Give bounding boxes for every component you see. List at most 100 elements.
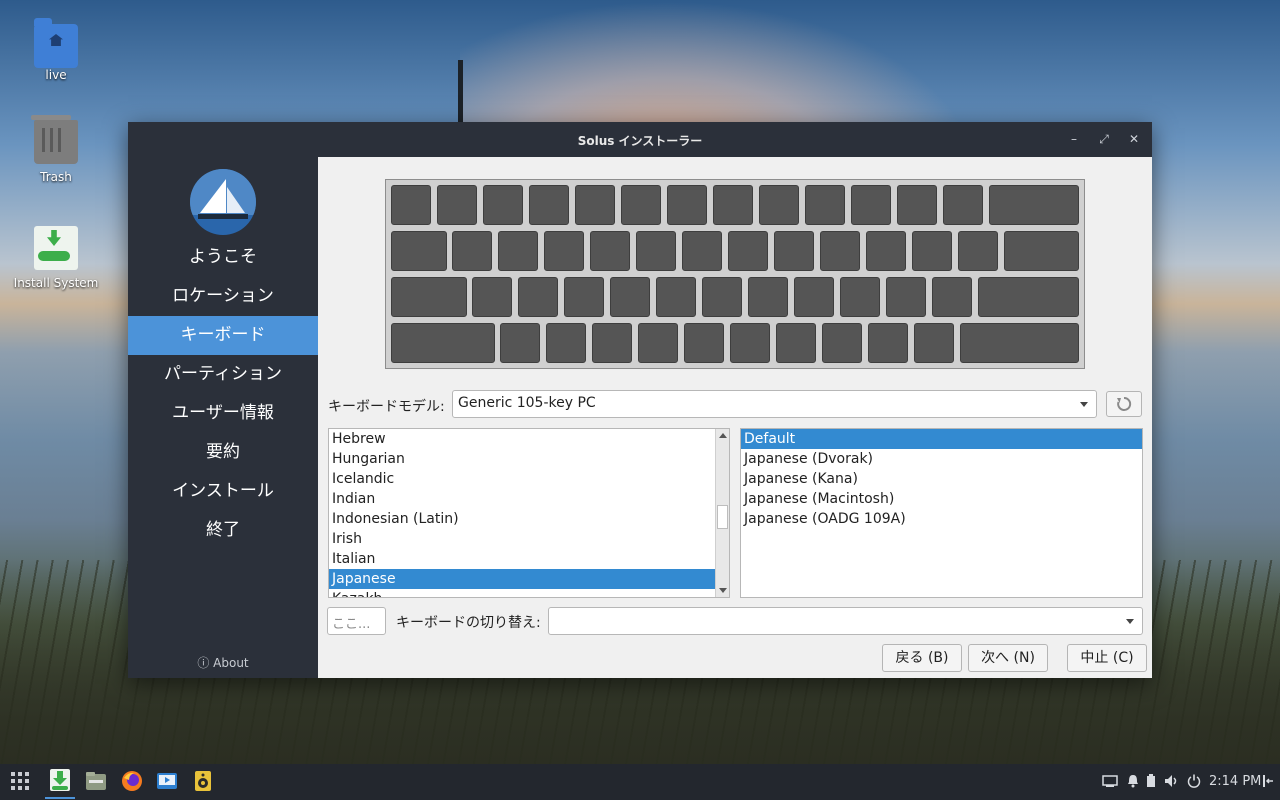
keyboard-preview-key — [805, 185, 845, 225]
keyboard-preview-key — [621, 185, 661, 225]
trash-icon — [31, 115, 78, 164]
sidebar-item-keyboard[interactable]: キーボード — [128, 316, 318, 355]
next-button[interactable]: 次へ (N) — [968, 644, 1048, 672]
variant-list-item[interactable]: Japanese (Macintosh) — [741, 489, 1142, 509]
keyboard-preview-key — [667, 185, 707, 225]
power-icon[interactable] — [1187, 774, 1201, 792]
keyboard-preview-key — [748, 277, 788, 317]
keyboard-preview-key — [958, 231, 998, 271]
clock[interactable]: 2:14 PM — [1209, 774, 1261, 789]
layout-list-scrollbar[interactable] — [715, 429, 729, 597]
layout-list-item[interactable]: Indonesian (Latin) — [329, 509, 716, 529]
wallpaper-mast — [458, 60, 463, 125]
media-player-icon — [157, 773, 177, 789]
keyboard-preview-key — [472, 277, 512, 317]
variant-list: Default Japanese (Dvorak) Japanese (Kana) J… — [740, 428, 1143, 598]
keyboard-preview-key — [500, 323, 540, 363]
keyboard-preview-key — [820, 231, 860, 271]
keyboard-preview-key — [656, 277, 696, 317]
desktop-icon-live[interactable]: live — [1, 18, 111, 82]
keyboard-page: キーボードモデル: Generic 105-key PC Hebrew Hunga… — [318, 157, 1152, 678]
test-input[interactable]: ここ... — [327, 607, 386, 635]
title-bar[interactable]: Solus インストーラー – ⤢ ✕ — [128, 122, 1152, 157]
back-button[interactable]: 戻る (B) — [882, 644, 962, 672]
show-desktop-icon[interactable] — [1262, 774, 1274, 792]
maximize-button[interactable]: ⤢ — [1096, 131, 1112, 147]
keyboard-preview-key — [932, 277, 972, 317]
desktop-icon-trash[interactable]: Trash — [1, 115, 111, 184]
layout-list: Hebrew Hungarian Icelandic Indian Indonesian… — [328, 428, 730, 598]
close-button[interactable]: ✕ — [1126, 131, 1142, 147]
keyboard-preview-key — [452, 231, 492, 271]
keyboard-switch-select[interactable] — [548, 607, 1143, 635]
scroll-up-icon[interactable] — [719, 433, 727, 438]
scrollbar-thumb[interactable] — [717, 505, 728, 529]
reset-model-button[interactable] — [1106, 391, 1142, 417]
app-menu-button[interactable] — [8, 769, 34, 795]
keyboard-preview-key — [684, 323, 724, 363]
sidebar-item-finish[interactable]: 終了 — [128, 511, 318, 550]
layout-list-item[interactable]: Irish — [329, 529, 716, 549]
variant-list-item[interactable]: Japanese (Kana) — [741, 469, 1142, 489]
keyboard-preview-key — [391, 185, 431, 225]
installer-window: Solus インストーラー – ⤢ ✕ ようこそ ロケーション キーボード パー… — [128, 122, 1152, 678]
layout-list-item[interactable]: Indian — [329, 489, 716, 509]
keyboard-preview-key — [546, 323, 586, 363]
keyboard-preview-key — [851, 185, 891, 225]
sidebar-item-welcome[interactable]: ようこそ — [128, 238, 318, 277]
keyboard-preview-key — [978, 277, 1079, 317]
sidebar-item-install[interactable]: インストール — [128, 472, 318, 511]
battery-icon[interactable] — [1146, 774, 1156, 792]
keyboard-preview-key — [886, 277, 926, 317]
notification-bell-icon[interactable] — [1127, 774, 1139, 792]
home-folder-icon — [34, 18, 78, 68]
taskbar: 2:14 PM — [0, 764, 1280, 800]
sidebar-item-summary[interactable]: 要約 — [128, 433, 318, 472]
taskbar-audio-player[interactable] — [191, 769, 217, 795]
taskbar-files[interactable] — [84, 769, 110, 795]
minimize-button[interactable]: – — [1066, 131, 1082, 147]
desktop-icon-install-system[interactable]: Install System — [1, 226, 111, 290]
file-manager-icon — [86, 772, 106, 790]
volume-icon[interactable] — [1164, 774, 1180, 792]
layout-list-item[interactable]: Italian — [329, 549, 716, 569]
keyboard-preview-key — [840, 277, 880, 317]
keyboard-preview-key — [730, 323, 770, 363]
taskbar-installer[interactable] — [45, 768, 75, 799]
desktop-icon-label: Install System — [13, 276, 99, 290]
sidebar-item-location[interactable]: ロケーション — [128, 277, 318, 316]
keyboard-model-select[interactable]: Generic 105-key PC — [452, 390, 1097, 418]
variant-list-item[interactable]: Japanese (OADG 109A) — [741, 509, 1142, 529]
keyboard-preview-key — [391, 277, 467, 317]
layout-list-item[interactable]: Icelandic — [329, 469, 716, 489]
keyboard-preview-key — [960, 323, 1079, 363]
keyboard-preview-key — [822, 323, 862, 363]
keyboard-model-label: キーボードモデル: — [328, 399, 445, 415]
keyboard-preview-key — [437, 185, 477, 225]
taskbar-firefox[interactable] — [120, 769, 146, 795]
keyboard-preview-key — [498, 231, 538, 271]
layout-list-item[interactable]: Kazakh — [329, 589, 716, 597]
cancel-button[interactable]: 中止 (C) — [1067, 644, 1147, 672]
keyboard-preview-key — [529, 185, 569, 225]
firefox-icon — [122, 771, 142, 791]
keyboard-model-value: Generic 105-key PC — [458, 395, 596, 411]
network-icon[interactable] — [1102, 774, 1118, 792]
variant-list-item[interactable]: Japanese (Dvorak) — [741, 449, 1142, 469]
variant-list-item[interactable]: Default — [741, 429, 1142, 449]
keyboard-preview-key — [636, 231, 676, 271]
keyboard-preview-key — [1004, 231, 1079, 271]
layout-list-item[interactable]: Hungarian — [329, 449, 716, 469]
window-title: Solus インストーラー — [577, 134, 703, 148]
about-link[interactable]: ⓘ About — [128, 654, 318, 671]
scroll-down-icon[interactable] — [719, 588, 727, 593]
sidebar-item-user-info[interactable]: ユーザー情報 — [128, 394, 318, 433]
keyboard-preview-key — [759, 185, 799, 225]
sidebar-item-partition[interactable]: パーティション — [128, 355, 318, 394]
keyboard-preview-key — [590, 231, 630, 271]
keyboard-preview-key — [868, 323, 908, 363]
layout-list-item[interactable]: Hebrew — [329, 429, 716, 449]
install-system-icon — [34, 226, 78, 270]
taskbar-media-player[interactable] — [155, 769, 181, 795]
layout-list-item[interactable]: Japanese — [329, 569, 716, 589]
